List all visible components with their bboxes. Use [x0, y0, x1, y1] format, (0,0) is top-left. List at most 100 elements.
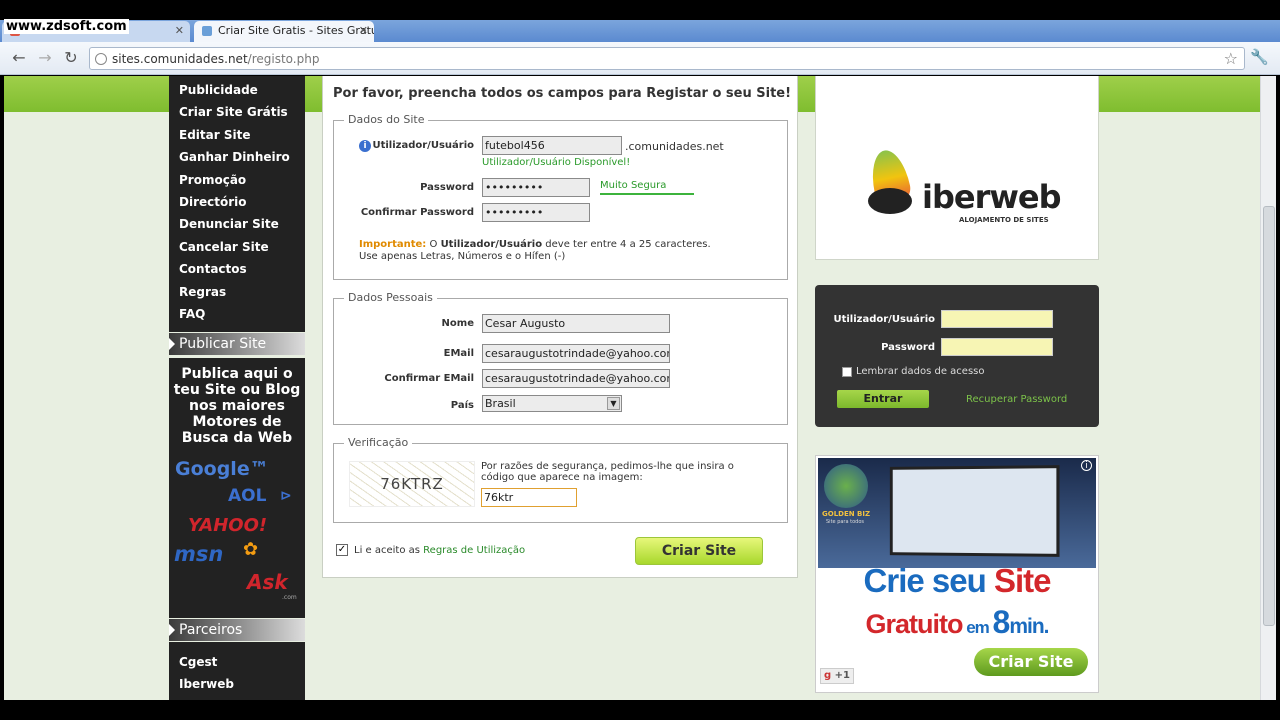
important-text-b: Utilizador/Usuário: [440, 239, 543, 250]
username-label: Utilizador/Usuário: [372, 140, 474, 151]
gplus-count: +1: [834, 670, 850, 681]
ad-crie-seu: Crie seu: [863, 562, 994, 599]
recover-password-link[interactable]: Recuperar Password: [966, 394, 1067, 405]
iberweb-banner[interactable]: iberweb ALOJAMENTO DE SITES: [815, 76, 1099, 260]
ad-banner[interactable]: GOLDEN BIZ Site para todos i Crie seu Si…: [815, 455, 1099, 693]
important-text-a: O: [429, 239, 438, 250]
ad-em: em: [962, 618, 993, 637]
confirm-password-input[interactable]: •••••••••: [482, 203, 590, 222]
watermark: www.zdsoft.com: [4, 19, 129, 34]
country-value: Brasil: [485, 397, 516, 410]
confirm-password-label: Confirmar Password: [360, 207, 474, 218]
ad-criar-site-button[interactable]: Criar Site: [974, 648, 1088, 676]
personal-data-section: Dados Pessoais Nome Cesar Augusto EMail …: [333, 291, 788, 425]
gplus-button[interactable]: g +1: [820, 668, 854, 684]
goldenbiz-brand: GOLDEN BIZ: [822, 510, 871, 518]
parceiros-box: Cgest Iberweb: [169, 642, 305, 700]
login-password-input[interactable]: [941, 338, 1053, 356]
login-box: Utilizador/Usuário Password Lembrar dado…: [815, 285, 1099, 427]
password-input[interactable]: •••••••••: [482, 178, 590, 197]
goldenbiz-sub: Site para todos: [826, 519, 864, 525]
rules-link[interactable]: Regras de Utilização: [423, 545, 525, 556]
iberweb-flame-icon: [862, 146, 918, 230]
confirm-email-label: Confirmar EMail: [384, 373, 474, 384]
nav-directorio[interactable]: Directório: [169, 191, 305, 213]
url-path: /registo.php: [247, 52, 320, 66]
sidebar-nav: Publicidade Criar Site Grátis Editar Sit…: [169, 76, 305, 332]
partner-iberweb[interactable]: Iberweb: [169, 673, 305, 695]
nav-cancelar-site[interactable]: Cancelar Site: [169, 236, 305, 258]
captcha-input[interactable]: 76ktr: [481, 488, 577, 507]
nav-denunciar-site[interactable]: Denunciar Site: [169, 213, 305, 235]
name-label: Nome: [441, 318, 474, 329]
country-label: País: [450, 400, 474, 411]
publicar-box[interactable]: Publica aqui o teu Site ou Blog nos maio…: [169, 358, 305, 618]
nav-criar-site[interactable]: Criar Site Grátis: [169, 101, 305, 123]
google-logo: Google™: [175, 458, 269, 480]
yahoo-logo: YAHOO!: [188, 515, 268, 536]
ad-headline-2: Gratuito em 8min.: [816, 604, 1098, 641]
country-select[interactable]: Brasil ▼: [482, 395, 622, 412]
bookmark-star-icon[interactable]: ☆: [1224, 49, 1238, 68]
criar-site-button[interactable]: Criar Site: [635, 537, 763, 565]
username-input[interactable]: futebol456: [482, 136, 622, 155]
back-arrow-icon[interactable]: ←: [9, 48, 29, 68]
msn-logo: msn: [174, 542, 224, 566]
remember-checkbox[interactable]: [842, 367, 852, 377]
iberweb-tagline: ALOJAMENTO DE SITES: [959, 216, 1049, 224]
nav-promocao[interactable]: Promoção: [169, 169, 305, 191]
ad-info-icon[interactable]: i: [1081, 460, 1092, 471]
ad-site-word: Site: [993, 562, 1052, 599]
accept-checkbox[interactable]: ✓: [336, 544, 348, 556]
globe-icon: [824, 464, 868, 508]
email-label: EMail: [443, 348, 474, 359]
confirm-email-input[interactable]: cesaraugustotrindade@yahoo.com.: [482, 369, 670, 388]
accept-prefix: Li e aceito as: [354, 545, 420, 556]
favicon-icon: [202, 26, 212, 36]
domain-suffix: .comunidades.net: [625, 140, 724, 153]
ad-eight: 8: [992, 604, 1011, 640]
url-domain: sites.comunidades.net: [112, 52, 248, 66]
nav-editar-site[interactable]: Editar Site: [169, 124, 305, 146]
wrench-icon[interactable]: 🔧: [1250, 48, 1269, 66]
important-text-c: deve ter entre 4 a 25 caracteres.: [545, 239, 711, 250]
scrollbar-thumb[interactable]: [1263, 206, 1275, 626]
login-password-label: Password: [881, 342, 935, 353]
tab-strip: Rudson: Naruto Sh ✕ Criar Site Gratis - …: [0, 20, 1280, 58]
url-text[interactable]: sites.comunidades.net/registo.php: [112, 52, 319, 66]
nav-contactos[interactable]: Contactos: [169, 258, 305, 280]
chevron-down-icon[interactable]: ▼: [607, 397, 620, 410]
forward-arrow-icon[interactable]: →: [35, 48, 55, 68]
partner-cgest[interactable]: Cgest: [169, 651, 305, 673]
screen-preview: [889, 465, 1060, 557]
login-username-input[interactable]: [941, 310, 1053, 328]
parceiros-heading: Parceiros: [169, 619, 305, 641]
site-data-section: Dados do Site i Utilizador/Usuário futeb…: [333, 113, 788, 280]
nav-ganhar-dinheiro[interactable]: Ganhar Dinheiro: [169, 146, 305, 168]
close-tab-icon[interactable]: ✕: [175, 21, 184, 41]
nav-publicidade[interactable]: Publicidade: [169, 79, 305, 101]
aol-arrow-icon: ⊳: [280, 488, 292, 504]
password-label: Password: [420, 182, 474, 193]
captcha-instruction: Por razões de segurança, pedimos-lhe que…: [481, 461, 734, 483]
butterfly-icon: ✿: [243, 539, 259, 560]
ad-screens: GOLDEN BIZ Site para todos i: [818, 458, 1096, 568]
reload-icon[interactable]: ↻: [61, 48, 81, 68]
page-scrollbar[interactable]: [1260, 76, 1276, 700]
site-data-legend: Dados do Site: [344, 113, 429, 126]
address-bar[interactable]: sites.comunidades.net/registo.php ☆: [89, 47, 1245, 70]
tab-criar-site[interactable]: Criar Site Gratis - Sites Gratuito ✕: [194, 21, 374, 42]
form-title: Por favor, preencha todos os campos para…: [333, 86, 792, 101]
name-input[interactable]: Cesar Augusto: [482, 314, 670, 333]
nav-regras[interactable]: Regras: [169, 281, 305, 303]
publicar-text: Publica aqui o teu Site ou Blog nos maio…: [173, 366, 301, 446]
entrar-button[interactable]: Entrar: [837, 390, 929, 408]
accept-text: Li e aceito as Regras de Utilização: [354, 545, 525, 556]
email-input[interactable]: cesaraugustotrindade@yahoo.com.: [482, 344, 670, 363]
ask-domain: .com: [282, 594, 297, 601]
close-tab-icon[interactable]: ✕: [359, 21, 368, 41]
nav-faq[interactable]: FAQ: [169, 303, 305, 325]
login-username-label: Utilizador/Usuário: [833, 314, 935, 325]
ad-gratuito: Gratuito: [865, 609, 964, 639]
important-label: Importante:: [359, 239, 427, 250]
